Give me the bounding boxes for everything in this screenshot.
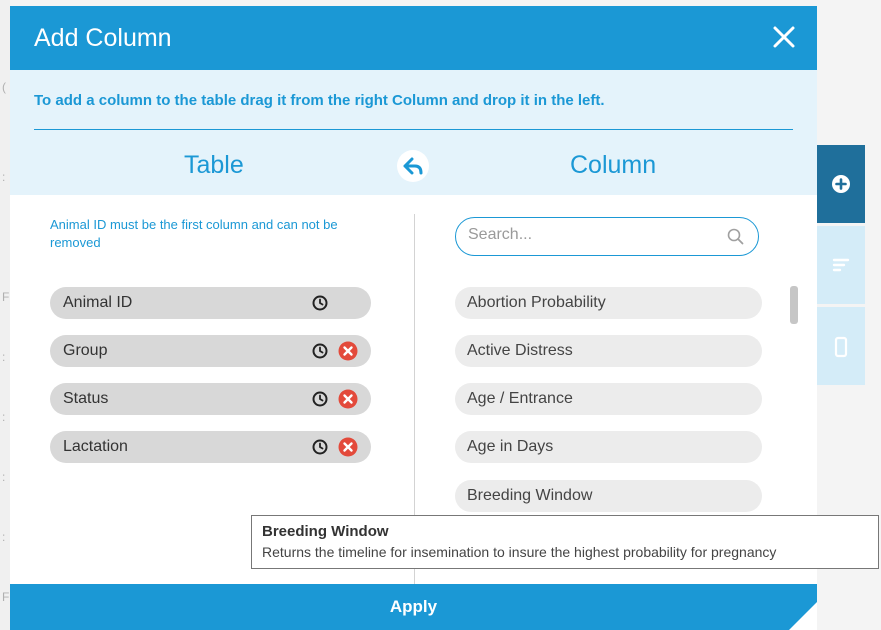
dialog-header: Add Column <box>10 6 817 70</box>
back-arrow-icon <box>403 157 423 175</box>
tooltip-description: Returns the timeline for insemination to… <box>262 544 777 560</box>
sort-tab[interactable] <box>817 226 865 304</box>
close-icon[interactable] <box>769 22 799 52</box>
back-arrow-button[interactable] <box>397 150 429 182</box>
search-input[interactable] <box>468 226 718 244</box>
column-heading: Column <box>570 151 657 179</box>
remove-icon[interactable] <box>338 389 358 409</box>
apply-label: Apply <box>389 597 438 616</box>
table-column-item[interactable]: Status <box>50 383 371 415</box>
available-column-label: Active Distress <box>467 342 573 359</box>
remove-icon[interactable] <box>338 437 358 457</box>
sort-icon <box>832 258 850 272</box>
table-column-label: Group <box>63 342 108 359</box>
table-column-item[interactable]: Animal ID <box>50 287 371 319</box>
available-column-item[interactable]: Abortion Probability <box>455 287 762 319</box>
available-column-label: Age / Entrance <box>467 390 573 407</box>
available-column-item[interactable]: Breeding Window <box>455 480 762 512</box>
table-column-label: Status <box>63 390 109 407</box>
available-column-label: Breeding Window <box>467 487 593 504</box>
search-box <box>455 217 759 256</box>
available-column-item[interactable]: Age in Days <box>455 431 762 463</box>
instruction-text: To add a column to the table drag it fro… <box>34 92 605 109</box>
scrollbar-thumb[interactable] <box>790 286 798 324</box>
apply-button[interactable]: Apply <box>10 584 817 630</box>
column-tooltip: Breeding Window Returns the timeline for… <box>251 515 879 569</box>
dialog-title: Add Column <box>34 24 172 52</box>
table-column-item[interactable]: Lactation <box>50 431 371 463</box>
divider <box>34 129 793 130</box>
instruction-area: To add a column to the table drag it fro… <box>10 70 817 195</box>
search-icon[interactable] <box>727 228 744 245</box>
available-column-label: Abortion Probability <box>467 294 606 311</box>
available-column-item[interactable]: Active Distress <box>455 335 762 367</box>
remove-icon[interactable] <box>338 341 358 361</box>
table-heading: Table <box>184 151 244 179</box>
clock-icon[interactable] <box>312 439 328 455</box>
corner-fold <box>789 602 817 630</box>
table-column-item[interactable]: Group <box>50 335 371 367</box>
add-column-tab[interactable] <box>817 145 865 223</box>
clock-icon[interactable] <box>312 295 328 311</box>
table-column-label: Lactation <box>63 438 128 455</box>
first-column-note: Animal ID must be the first column and c… <box>50 217 338 250</box>
available-column-label: Age in Days <box>467 438 554 455</box>
tooltip-title: Breeding Window <box>262 523 389 540</box>
background-edge: ( : F : : : : F <box>0 0 10 630</box>
mobile-view-tab[interactable] <box>817 307 865 385</box>
clock-icon[interactable] <box>312 343 328 359</box>
clock-icon[interactable] <box>312 391 328 407</box>
plus-circle-icon <box>832 175 850 193</box>
table-column-label: Animal ID <box>63 294 133 311</box>
mobile-icon <box>834 336 848 358</box>
available-column-item[interactable]: Age / Entrance <box>455 383 762 415</box>
